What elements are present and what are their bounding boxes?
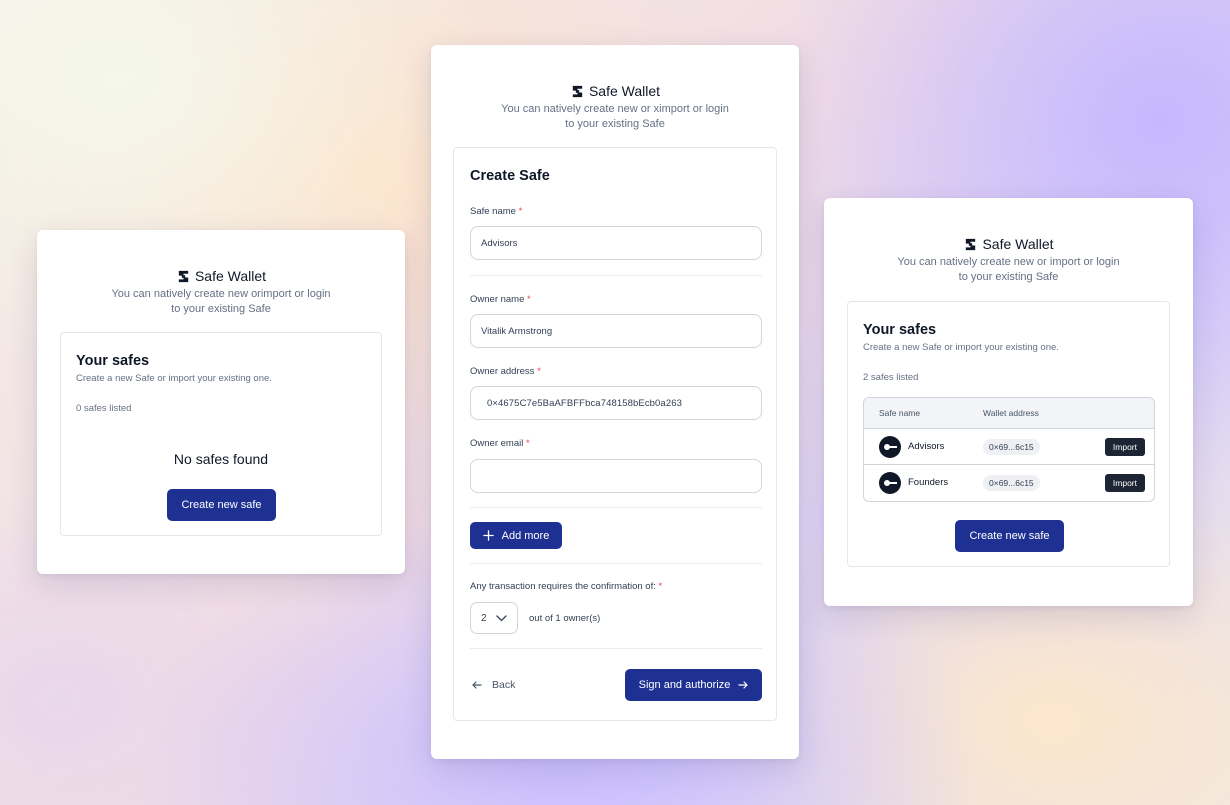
brand: Safe Wallet [431,83,799,99]
threshold-select[interactable]: 2 [470,602,518,634]
safes-panel: Your safes Create a new Safe or import y… [847,301,1170,567]
table-row: Advisors 0×69...6c15 Import [864,429,1154,465]
plus-icon [482,530,494,541]
owner-email-label: Owner email * [470,438,530,449]
safe-name-cell: Advisors [908,441,945,452]
canvas: Safe Wallet You can natively create new … [0,0,1230,805]
back-button[interactable]: Back [472,679,515,691]
safe-logo-icon [572,85,583,97]
safe-avatar-icon [879,436,901,458]
card-header: Safe Wallet You can natively create new … [37,268,405,317]
safe-name-input[interactable] [470,226,762,260]
brand-name: Safe Wallet [588,83,661,99]
create-new-safe-button[interactable]: Create new safe [955,520,1064,552]
owner-name-label: Owner name * [470,294,531,305]
create-safe-card: Safe Wallet You can natively create new … [431,45,799,759]
tagline: You can natively create new or import or… [897,256,1120,283]
table-header: Safe name Wallet address [864,398,1154,429]
column-header-wallet-address: Wallet address [983,408,1039,418]
brand: Safe Wallet [37,268,405,284]
brand: Safe Wallet [824,236,1193,252]
divider [470,275,762,276]
safe-logo-icon [966,238,976,250]
arrow-left-icon [472,681,482,689]
safes-count: 2 safes listed [863,372,919,383]
panel-title: Your safes [863,322,937,338]
owner-name-input[interactable] [470,314,762,348]
tagline: You can natively create new orimport or … [111,288,331,315]
import-button[interactable]: Import [1104,474,1145,492]
owner-address-input[interactable] [470,386,762,420]
safes-count: 0 safes listed [76,403,132,414]
safe-logo-icon [178,270,189,282]
form-title: Create Safe [470,168,550,184]
wallet-address-pill: 0×69...6c15 [983,439,1040,455]
wallet-address-pill: 0×69...6c15 [983,475,1040,491]
owner-email-input[interactable] [470,459,762,493]
add-more-button[interactable]: Add more [470,522,562,549]
brand-name: Safe Wallet [194,268,267,284]
create-new-safe-button[interactable]: Create new safe [167,489,276,521]
your-safes-empty-card: Safe Wallet You can natively create new … [37,230,405,574]
divider [470,648,762,649]
brand-name: Safe Wallet [982,236,1054,252]
safe-avatar-icon [879,472,901,494]
create-safe-form: Create Safe Safe name * Owner name * Own… [453,147,777,721]
owner-address-label: Owner address * [470,366,541,377]
panel-subtitle: Create a new Safe or import your existin… [863,342,1059,353]
tagline: You can natively create new or ximport o… [501,103,729,130]
chevron-down-icon [496,614,507,621]
empty-state-message: No safes found [173,451,269,467]
card-header: Safe Wallet You can natively create new … [431,83,799,132]
safes-panel: Your safes Create a new Safe or import y… [60,332,382,536]
card-header: Safe Wallet You can natively create new … [824,236,1193,285]
safe-name-label: Safe name * [470,206,523,217]
your-safes-list-card: Safe Wallet You can natively create new … [824,198,1193,606]
panel-subtitle: Create a new Safe or import your existin… [76,373,272,384]
panel-title: Your safes [76,353,150,369]
sign-and-authorize-button[interactable]: Sign and authorize [625,669,762,701]
column-header-safe-name: Safe name [879,408,921,418]
divider [470,563,762,564]
table-row: Founders 0×69...6c15 Import [864,465,1154,501]
threshold-suffix: out of 1 owner(s) [529,613,601,624]
divider [470,507,762,508]
confirmation-label: Any transaction requires the confirmatio… [470,581,663,592]
safes-table: Safe name Wallet address Advisors 0×69..… [863,397,1155,502]
import-button[interactable]: Import [1104,438,1145,456]
safe-name-cell: Founders [908,477,949,488]
threshold-value: 2 [481,612,487,624]
arrow-right-icon [738,681,748,689]
